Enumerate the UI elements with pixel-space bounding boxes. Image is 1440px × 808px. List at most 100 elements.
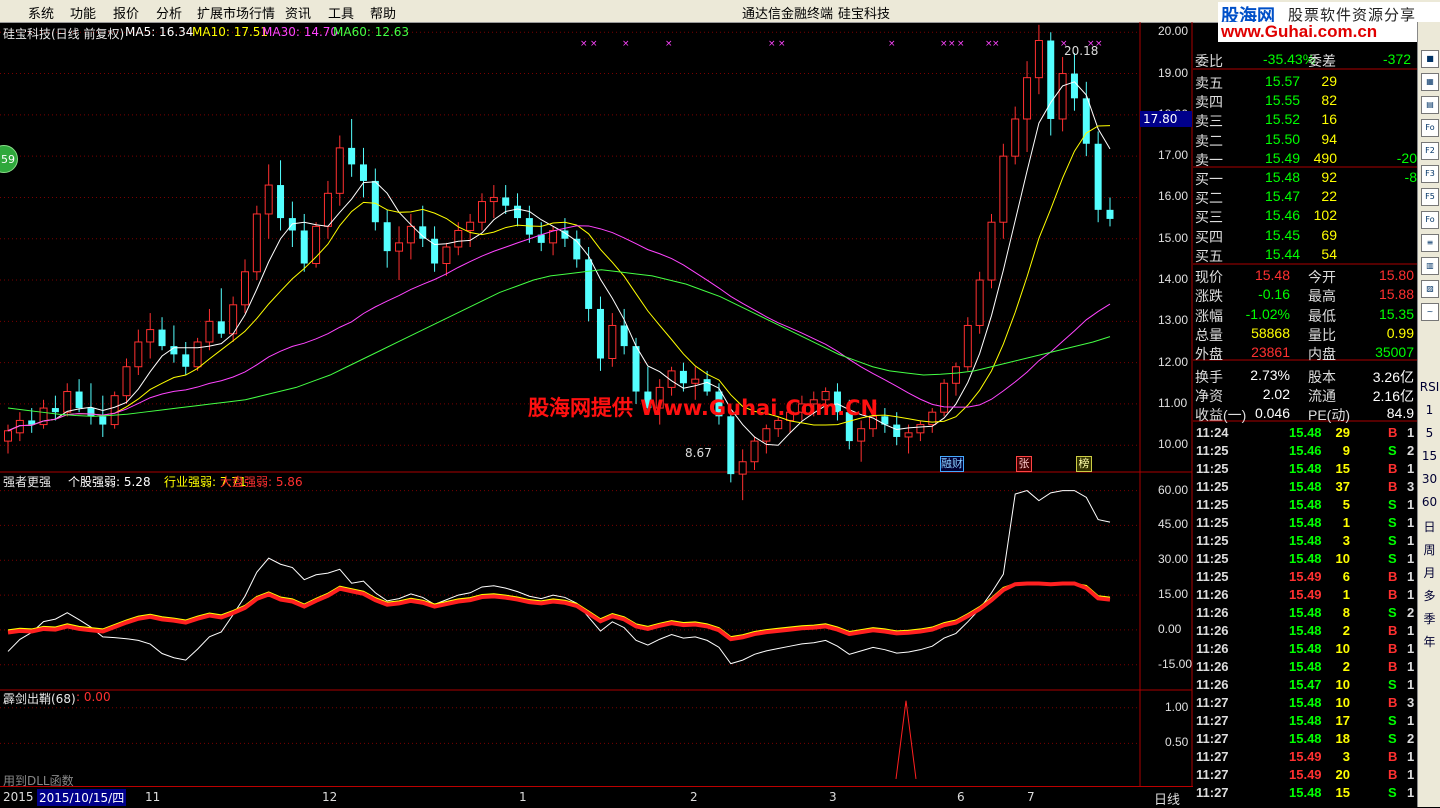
main-y-tick: 14.00 [1158,272,1189,287]
period-selector[interactable]: 日线 [1154,789,1180,808]
candle-body-up [406,225,415,244]
tick-row: 11:24 15.48 29 B 1 [1193,424,1417,442]
stat-l1: 换手 [1195,368,1223,385]
date-month-3: 3 [829,790,837,804]
menu-item-help[interactable]: 帮助 [370,3,396,22]
candle-body-up [489,196,498,203]
main-y-tick: 17.00 [1158,148,1189,163]
badge-margin[interactable]: 融财 [940,456,964,472]
menu-item-quote[interactable]: 报价 [113,3,139,22]
toolbar-period-5[interactable]: 60 [1418,495,1440,509]
indicator1-y-tick: 60.00 [1158,482,1189,497]
toolbar-period-9[interactable]: 多 [1418,587,1440,604]
menu-item-system[interactable]: 系统 [28,3,54,22]
stock-name-title: 硅宝科技 [838,7,891,22]
bid-row-label: 买一 [1195,171,1223,187]
tick-s: B [1388,425,1398,440]
list-icon[interactable]: ▤ [1421,96,1439,114]
candle-body-up [549,229,558,244]
order-ratio-value2: -372 [1383,51,1412,67]
candle-body-up [312,225,321,265]
tick-n: 2 [1407,443,1415,458]
f3-icon[interactable]: Fo [1421,211,1439,229]
tick-v: 2 [1342,623,1350,638]
news-icon[interactable]: F2 [1421,142,1439,160]
bid-row: 买五 15.44 54 [1193,245,1417,264]
bid-row-label: 买五 [1195,247,1223,264]
candle-body-up [999,155,1008,223]
tick-n: 2 [1407,731,1415,746]
toolbar-period-7[interactable]: 周 [1418,541,1440,558]
right-toolbar: ■ ▦ ▤ Fo F2 F3 F5 Fo ≡ ▥ ▨ ~ RSI 1 5 15 30 60 日周月多季年 [1417,22,1440,807]
tick-row: 11:25 15.48 10 S 1 [1193,550,1417,568]
f5-icon[interactable]: ≡ [1421,234,1439,252]
candle-body-down [1106,209,1114,219]
bid-row-chg: -8 [1404,169,1417,185]
ma30-legend: MA30: 14.70 [262,25,338,39]
f2-icon[interactable]: F5 [1421,188,1439,206]
tick-v: 17 [1335,713,1350,728]
tick-p: 15.49 [1289,749,1322,764]
stat-v2: 15.88 [1378,286,1414,303]
tick-n: 3 [1407,695,1415,710]
stat-row: 换手 2.73% 股本 3.26亿 [1193,366,1417,385]
tick-v: 3 [1342,749,1350,764]
stat-v2: 0.99 [1386,324,1414,341]
tick-s: S [1388,605,1397,620]
toolbar-period-11[interactable]: 年 [1418,633,1440,650]
toolbar-period-8[interactable]: 月 [1418,564,1440,581]
menu-item-analysis[interactable]: 分析 [156,3,182,22]
bid-row-vol: 22 [1321,188,1337,205]
candle-body-up [335,147,344,194]
stat-row: 净资 2.02 流通 2.16亿 [1193,385,1417,404]
grid-icon[interactable]: ■ [1421,50,1439,68]
ask-row-label: 卖一 [1195,151,1223,168]
tick-n: 1 [1407,767,1415,782]
list2-icon[interactable]: ▨ [1421,280,1439,298]
badge-ranking[interactable]: 榜 [1076,456,1092,472]
signal-mark: × [768,39,776,49]
ask-row-chg: -20 [1396,149,1417,166]
ask-row: 卖一 15.49 490 -20 [1193,149,1417,168]
candle-body-down [383,222,391,252]
tick-row: 11:25 15.48 3 S 1 [1193,532,1417,550]
candle-body-down [1094,143,1102,210]
toolbar-period-1[interactable]: 1 [1418,403,1440,417]
stat-row: 外盘 23861 内盘 35007 [1193,343,1417,362]
toolbar-period-2[interactable]: 5 [1418,426,1440,440]
tick-s: B [1388,767,1398,782]
menu-item-tools[interactable]: 工具 [328,3,354,22]
toolbar-period-3[interactable]: 15 [1418,449,1440,463]
tick-row: 11:25 15.46 9 S 2 [1193,442,1417,460]
stat-row: 总量 58868 量比 0.99 [1193,324,1417,343]
menu-item-function[interactable]: 功能 [70,3,96,22]
tick-n: 1 [1407,569,1415,584]
stat-row: 涨跌 -0.16 最高 15.88 [1193,285,1417,304]
signal-mark: × [590,39,598,49]
tick-v: 1 [1342,587,1350,602]
menu-item-ext-market[interactable]: 扩展市场行情 [197,3,275,22]
table-icon[interactable]: ▦ [1421,73,1439,91]
badge-limit-up[interactable]: 张 [1016,456,1032,472]
chart-icon[interactable]: Fo [1421,119,1439,137]
indicator-icon[interactable]: ~ [1421,303,1439,321]
menu-item-news[interactable]: 资讯 [285,3,311,22]
tick-t: 11:25 [1196,551,1229,566]
toolbar-period-10[interactable]: 季 [1418,610,1440,627]
candle-body-up [857,428,866,442]
toolbar-period-4[interactable]: 30 [1418,472,1440,486]
f10-icon[interactable]: F3 [1421,165,1439,183]
tick-p: 15.48 [1289,713,1322,728]
candle-body-down [87,408,95,417]
date-month-6: 6 [957,790,965,804]
toolbar-period-6[interactable]: 日 [1418,518,1440,535]
main-y-tick: 13.00 [1158,313,1189,328]
sword-signal-spike [895,700,917,779]
stat-v2: 15.80 [1378,267,1414,283]
fo-icon[interactable]: ▥ [1421,257,1439,275]
toolbar-period-0[interactable]: RSI [1418,380,1440,394]
candle-body-up [691,378,700,384]
tick-s: B [1388,461,1398,476]
tick-n: 1 [1407,785,1415,800]
candle-body-up [264,184,273,215]
